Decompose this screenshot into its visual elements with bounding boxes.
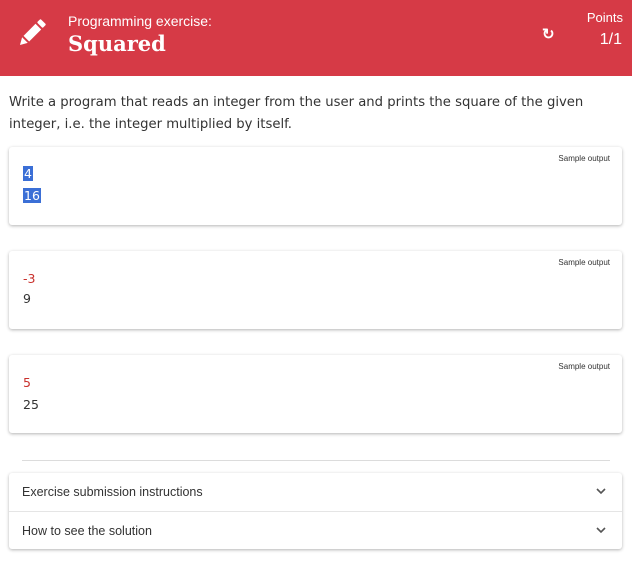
sample-input-line: 4 — [23, 165, 33, 183]
sample-output-label: Sample output — [558, 154, 610, 163]
exercise-description: Write a program that reads an integer fr… — [9, 95, 584, 132]
sample-output-line: 9 — [23, 291, 31, 306]
pencil-icon — [19, 19, 46, 46]
sample-output-line: 25 — [23, 397, 39, 412]
sample-output-box: Sample output 5 25 — [9, 355, 622, 433]
selected-output-text: 16 — [23, 188, 41, 203]
accordion-item-submission-instructions[interactable]: Exercise submission instructions — [9, 473, 622, 511]
accordion-label: How to see the solution — [22, 524, 152, 538]
points-label: Points — [586, 10, 623, 25]
sample-input-line: -3 — [23, 271, 36, 286]
sample-output-line: 16 — [23, 187, 41, 205]
exercise-type-label: Programming exercise: — [68, 13, 212, 29]
chevron-down-icon — [596, 488, 606, 495]
help-accordion: Exercise submission instructions How to … — [9, 473, 622, 549]
accordion-label: Exercise submission instructions — [22, 485, 203, 499]
sample-output-box: Sample output 4 16 — [9, 147, 622, 225]
exercise-header: Programming exercise: Squared ↻ Points 1… — [0, 0, 632, 76]
divider — [22, 460, 610, 461]
sample-input-line: 5 — [23, 375, 31, 390]
selected-input-text: 4 — [23, 166, 33, 181]
sample-output-label: Sample output — [558, 258, 610, 267]
refresh-icon[interactable]: ↻ — [542, 25, 555, 43]
accordion-item-see-solution[interactable]: How to see the solution — [9, 511, 622, 550]
chevron-down-icon — [596, 527, 606, 534]
sample-output-box: Sample output -3 9 — [9, 251, 622, 329]
exercise-title: Squared — [68, 31, 166, 56]
sample-output-label: Sample output — [558, 362, 610, 371]
points-value: 1/1 — [599, 31, 622, 48]
